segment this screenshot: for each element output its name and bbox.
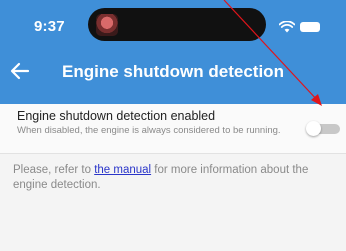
status-time: 9:37 [34,18,65,35]
setting-description: When disabled, the engine is always cons… [17,125,281,136]
wifi-icon [279,21,295,33]
avatar-icon [96,14,118,36]
info-text: Please, refer to the manual for more inf… [13,163,338,193]
engine-detection-toggle[interactable] [306,121,340,136]
engine-shutdown-setting-row[interactable]: Engine shutdown detection enabled When d… [0,104,346,154]
info-prefix: Please, refer to [13,164,95,176]
manual-link[interactable]: the manual [94,164,151,176]
toggle-thumb [306,121,321,136]
dynamic-island [88,8,266,41]
page-title: Engine shutdown detection [62,62,284,81]
app-header: 9:37 Engine shutdown detection [0,0,346,104]
battery-icon [300,22,320,32]
setting-title: Engine shutdown detection enabled [17,109,216,123]
